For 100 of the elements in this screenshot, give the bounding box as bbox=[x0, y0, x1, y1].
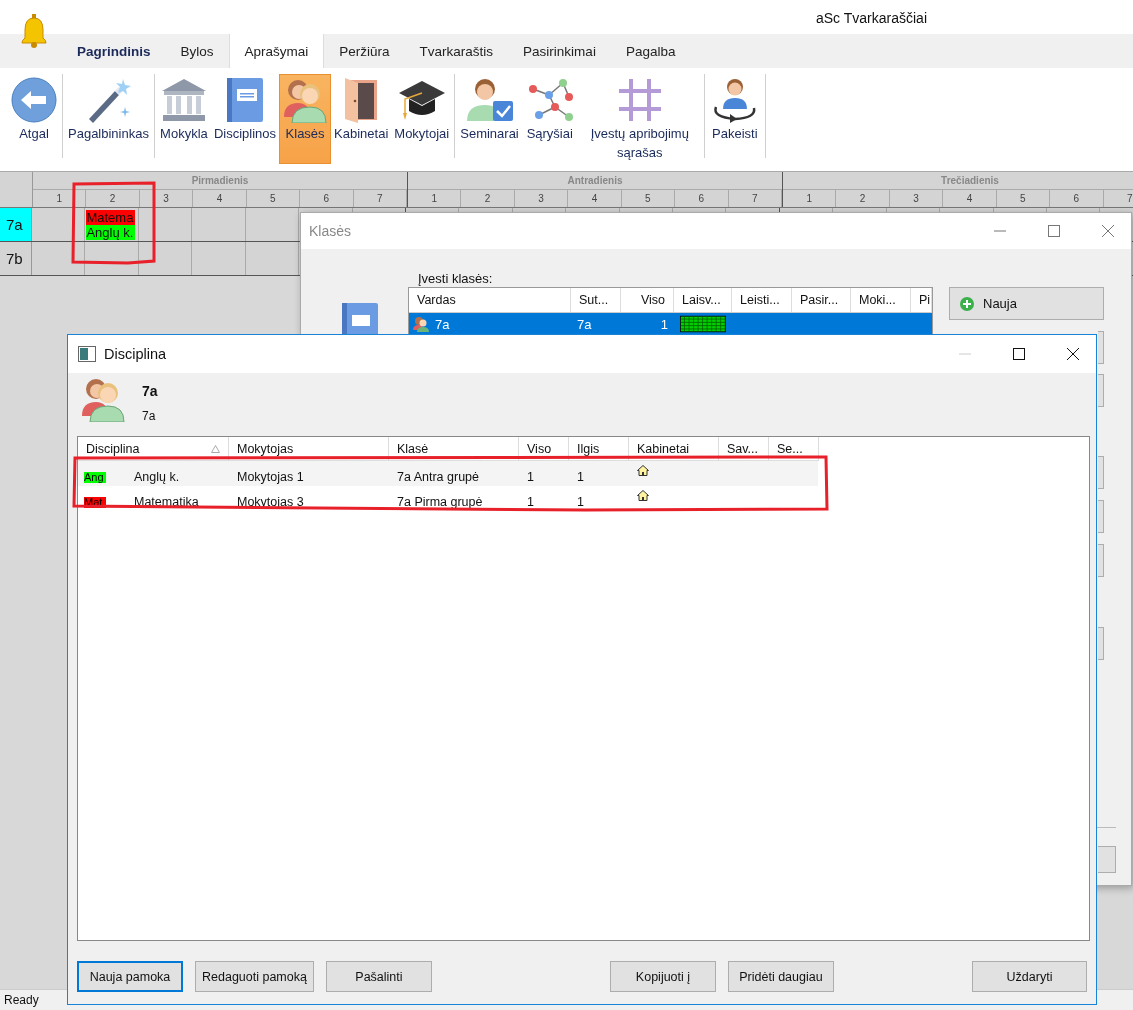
ribbon-button[interactable]: Įvestų apribojimų sąrašas bbox=[577, 74, 702, 164]
ribbon-button[interactable]: Disciplinos bbox=[210, 74, 280, 145]
period-header: 4 bbox=[943, 190, 997, 207]
table-cell: 7a bbox=[435, 316, 450, 332]
ribbon-tab[interactable]: Pagalba bbox=[610, 34, 691, 68]
bell-logo-icon bbox=[20, 14, 48, 48]
class-row-header[interactable]: 7b bbox=[0, 242, 32, 275]
ribbon-button[interactable]: Atgal bbox=[8, 74, 60, 145]
dialog-button[interactable]: Pridėti daugiau bbox=[727, 961, 834, 992]
lattice-icon bbox=[616, 77, 663, 123]
period-header: 5 bbox=[246, 190, 301, 207]
dialog-button[interactable] bbox=[1098, 846, 1116, 873]
table-cell: Mokytojas 1 bbox=[237, 469, 304, 484]
period-header: 5 bbox=[621, 190, 676, 207]
ribbon-button[interactable]: Mokytojai bbox=[391, 74, 453, 145]
status-text: Ready bbox=[4, 993, 39, 1007]
column-header[interactable]: Pi bbox=[911, 288, 932, 312]
period-header: 7 bbox=[728, 190, 782, 207]
table-cell: 1 bbox=[527, 494, 534, 509]
side-button[interactable] bbox=[1098, 331, 1104, 364]
people-icon bbox=[282, 77, 329, 123]
side-button[interactable] bbox=[1098, 627, 1104, 660]
column-header[interactable]: Pasir... bbox=[792, 288, 851, 312]
dialog-button[interactable]: Redaguoti pamoką bbox=[195, 961, 314, 992]
period-header: 6 bbox=[675, 190, 729, 207]
dialog-button[interactable]: Nauja pamoka bbox=[77, 961, 183, 992]
subject-color-chip: Ang bbox=[84, 472, 106, 483]
period-header: 2 bbox=[836, 190, 890, 207]
table-cell: Anglų k. bbox=[134, 469, 180, 484]
table-cell: Matematika bbox=[134, 494, 199, 509]
column-header[interactable]: Sut... bbox=[571, 288, 621, 312]
column-header[interactable]: Laisv... bbox=[674, 288, 732, 312]
table-cell: Mokytojas 3 bbox=[237, 494, 304, 509]
ribbon-tab[interactable]: Peržiūra bbox=[324, 34, 405, 68]
table-cell: 7a Antra grupė bbox=[397, 469, 479, 484]
period-header: 1 bbox=[408, 190, 462, 207]
plus-icon bbox=[960, 296, 974, 311]
person-checkbox-icon bbox=[464, 77, 515, 123]
column-header[interactable]: Leisti... bbox=[732, 288, 792, 312]
class-row[interactable]: 7a 7a 1 bbox=[409, 313, 932, 335]
column-header[interactable]: Moki... bbox=[851, 288, 911, 312]
ribbon-button[interactable]: Pakeisti bbox=[706, 74, 763, 145]
class-short-name: 7a bbox=[142, 409, 157, 423]
side-button[interactable] bbox=[1098, 500, 1104, 533]
period-header: 1 bbox=[783, 190, 837, 207]
table-cell: 7a Pirma grupė bbox=[397, 494, 483, 509]
ribbon-tab[interactable]: Pagrindinis bbox=[62, 34, 166, 68]
lesson-card[interactable]: Matema bbox=[86, 209, 136, 225]
book-icon bbox=[225, 77, 265, 123]
ribbon-tab[interactable]: Pasirinkimai bbox=[508, 34, 611, 68]
table-cell: 1 bbox=[660, 316, 668, 332]
table-cell: 1 bbox=[577, 469, 584, 484]
ribbon-tab[interactable]: Bylos bbox=[165, 34, 229, 68]
list-label: Įvesti klasės: bbox=[418, 271, 493, 286]
column-header[interactable]: Viso bbox=[621, 288, 674, 312]
ribbon-button[interactable]: Kabinetai bbox=[331, 74, 392, 145]
day-header: Antradienis bbox=[408, 172, 782, 190]
day-header: Trečiadienis bbox=[783, 172, 1133, 190]
people-icon bbox=[80, 376, 126, 422]
table-cell: 1 bbox=[527, 469, 534, 484]
window-title: Disciplina bbox=[104, 346, 167, 362]
period-header: 7 bbox=[353, 190, 407, 207]
column-header[interactable]: Vardas bbox=[409, 288, 571, 312]
period-header: 5 bbox=[996, 190, 1051, 207]
side-button[interactable] bbox=[1098, 374, 1104, 407]
period-header: 6 bbox=[1050, 190, 1104, 207]
ribbon-button[interactable]: Sąryšiai bbox=[521, 74, 578, 145]
period-header: 2 bbox=[461, 190, 515, 207]
side-button[interactable] bbox=[1098, 456, 1104, 489]
dialog-button[interactable]: Kopijuoti į bbox=[609, 961, 716, 992]
class-row-header[interactable]: 7a bbox=[0, 208, 32, 241]
period-header: 4 bbox=[193, 190, 247, 207]
period-header: 3 bbox=[889, 190, 944, 207]
period-header: 1 bbox=[33, 190, 87, 207]
period-header: 3 bbox=[514, 190, 569, 207]
period-header: 4 bbox=[568, 190, 622, 207]
new-button[interactable]: Nauja bbox=[949, 287, 1104, 320]
ribbon-tab[interactable]: Tvarkaraštis bbox=[404, 34, 509, 68]
dialog-button[interactable]: Pašalinti bbox=[325, 961, 432, 992]
people-icon bbox=[413, 316, 429, 332]
ribbon-button[interactable]: Klasės bbox=[279, 74, 332, 164]
window-icon bbox=[78, 346, 96, 362]
period-header: 3 bbox=[139, 190, 194, 207]
maximize-icon[interactable] bbox=[1012, 347, 1026, 361]
period-header: 7 bbox=[1103, 190, 1133, 207]
table-cell: 1 bbox=[577, 494, 584, 509]
side-button[interactable] bbox=[1098, 544, 1104, 577]
period-header: 6 bbox=[300, 190, 354, 207]
dialog-button[interactable]: Uždaryti bbox=[972, 961, 1087, 992]
period-header: 2 bbox=[86, 190, 140, 207]
day-header: Pirmadienis bbox=[33, 172, 407, 190]
ribbon-tab[interactable]: Aprašymai bbox=[228, 34, 325, 68]
table-cell: 7a bbox=[577, 316, 592, 332]
close-icon[interactable] bbox=[1066, 347, 1080, 361]
ribbon-button[interactable]: Mokykla bbox=[156, 74, 211, 145]
ribbon-button[interactable]: Seminarai bbox=[457, 74, 522, 145]
class-name: 7a bbox=[142, 382, 158, 399]
window-title: aSc Tvarkaraščiai bbox=[816, 10, 927, 26]
ribbon-button[interactable]: Pagalbininkas bbox=[65, 74, 152, 145]
availability-grid-drawing bbox=[680, 314, 726, 334]
